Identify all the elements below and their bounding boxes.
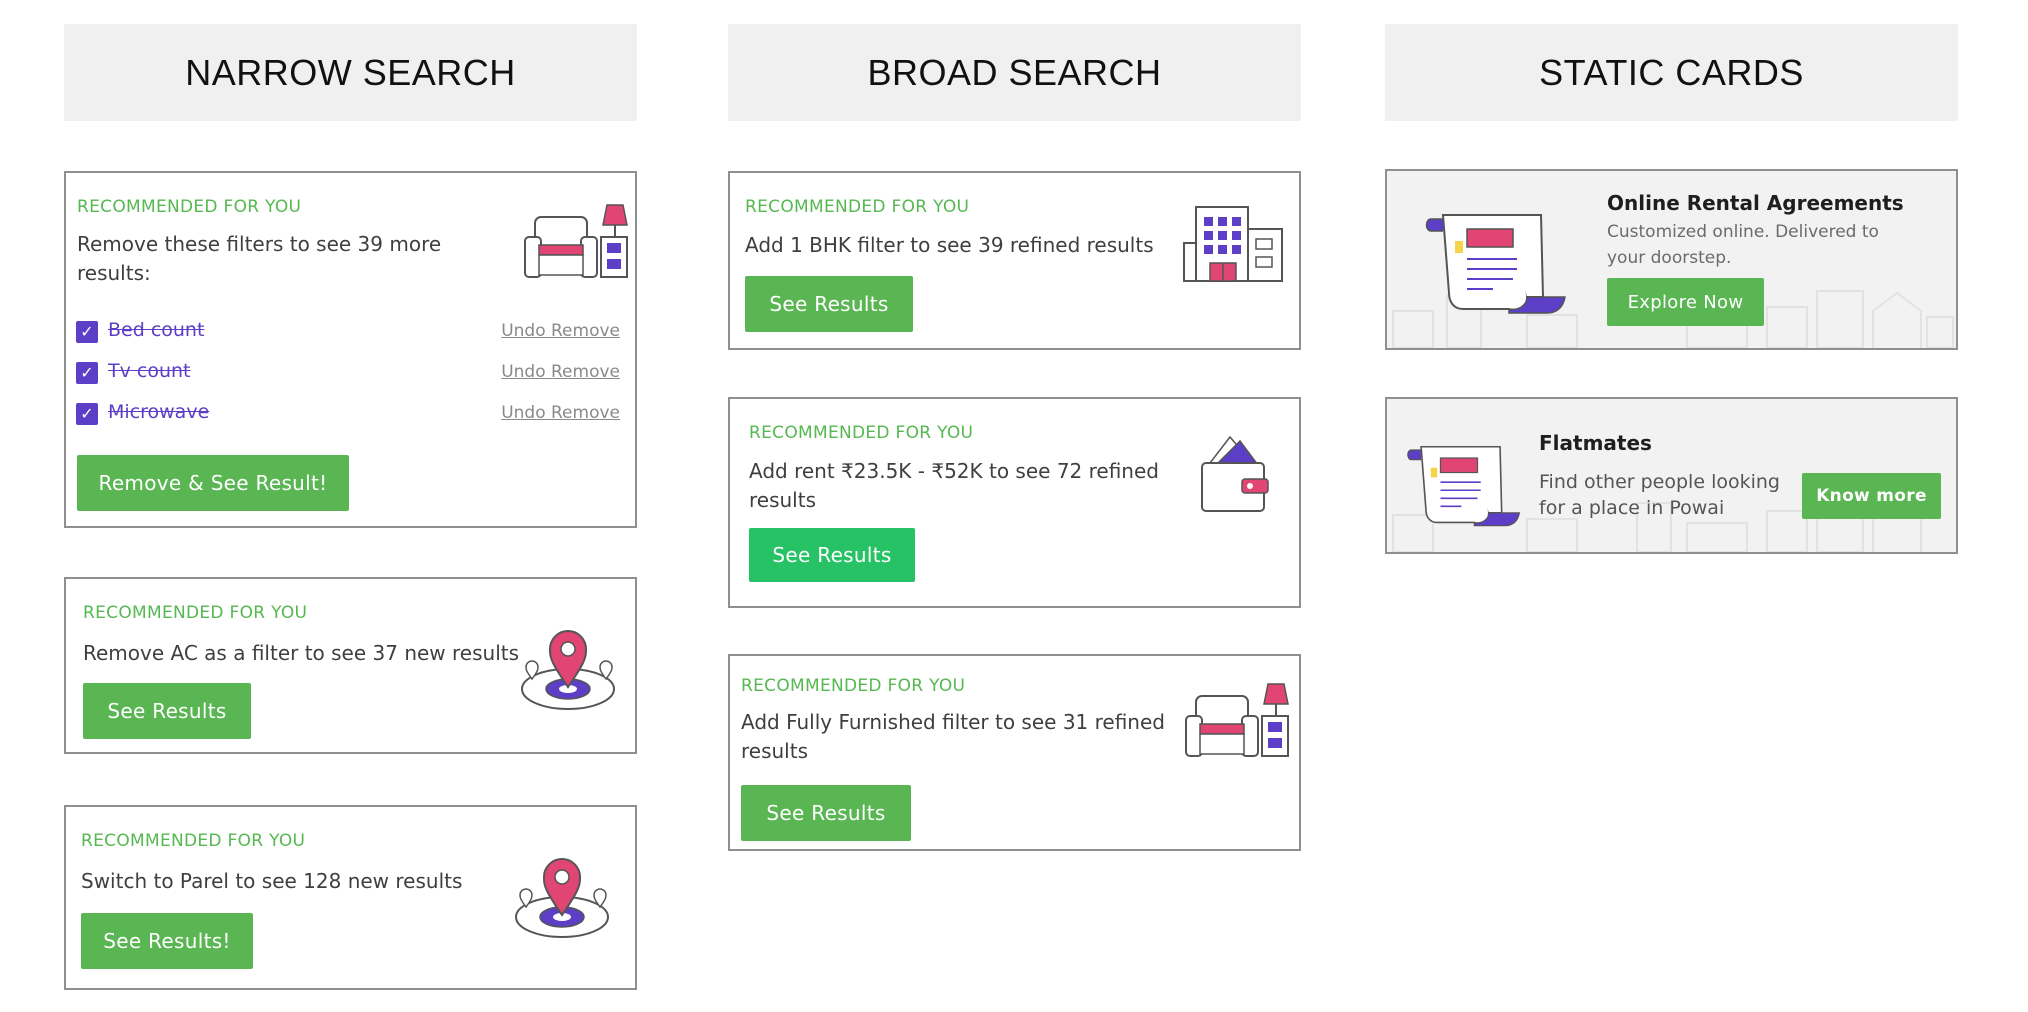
location-pin-icon (515, 858, 609, 938)
filter-row-bed-count: ✓ Bed count Undo Remove (76, 318, 620, 346)
card-message: Remove these filters to see 39 more resu… (77, 232, 442, 285)
broad-search-header: BROAD SEARCH (728, 24, 1301, 121)
card-description: Customized online. Delivered to your doo… (1607, 222, 1879, 268)
narrow-filter-removal-card: RECOMMENDED FOR YOU Remove these filters… (64, 171, 637, 528)
checkbox-microwave[interactable]: ✓ (76, 403, 98, 425)
filter-label: Tv count (108, 360, 191, 382)
recommended-label: RECOMMENDED FOR YOU (77, 197, 302, 217)
undo-remove-link[interactable]: Undo Remove (501, 321, 620, 341)
flatmates-card: Flatmates Find other people looking for … (1385, 397, 1958, 554)
card-message: Switch to Parel to see 128 new results (81, 869, 463, 893)
card-description: Find other people looking for a place in… (1539, 471, 1780, 519)
card-message: Add Fully Furnished filter to see 31 ref… (741, 710, 1165, 763)
see-results-button[interactable]: See Results (745, 276, 913, 332)
narrow-search-header: NARROW SEARCH (64, 24, 637, 121)
static-cards-header: STATIC CARDS (1385, 24, 1958, 121)
checkbox-bed-count[interactable]: ✓ (76, 321, 98, 343)
broad-rent-range-card: RECOMMENDED FOR YOU Add rent ₹23.5K - ₹5… (728, 397, 1301, 608)
recommended-label: RECOMMENDED FOR YOU (83, 603, 308, 623)
filter-row-microwave: ✓ Microwave Undo Remove (76, 400, 620, 428)
see-results-button[interactable]: See Results! (81, 913, 253, 969)
card-message: Add rent ₹23.5K - ₹52K to see 72 refined… (749, 459, 1159, 512)
see-results-button[interactable]: See Results (741, 785, 911, 841)
see-results-button[interactable]: See Results (83, 683, 251, 739)
rental-agreements-card: Online Rental Agreements Customized onli… (1385, 169, 1958, 350)
recommended-label: RECOMMENDED FOR YOU (749, 423, 974, 443)
document-scroll-icon (1407, 445, 1521, 527)
sofa-lamp-icon (1185, 683, 1289, 757)
filter-label: Bed count (108, 319, 205, 341)
remove-and-see-result-button[interactable]: Remove & See Result! (77, 455, 349, 511)
card-message: Add 1 BHK filter to see 39 refined resul… (745, 233, 1154, 257)
card-title: Online Rental Agreements (1607, 191, 1904, 215)
wallet-icon (1201, 435, 1269, 512)
broad-bhk-filter-card: RECOMMENDED FOR YOU Add 1 BHK filter to … (728, 171, 1301, 350)
checkbox-tv-count[interactable]: ✓ (76, 362, 98, 384)
narrow-remove-ac-card: RECOMMENDED FOR YOU Remove AC as a filte… (64, 577, 637, 754)
narrow-switch-locality-card: RECOMMENDED FOR YOU Switch to Parel to s… (64, 805, 637, 990)
broad-furnishing-filter-card: RECOMMENDED FOR YOU Add Fully Furnished … (728, 654, 1301, 851)
location-pin-icon (521, 630, 615, 710)
card-title: Flatmates (1539, 431, 1652, 455)
document-scroll-icon (1425, 214, 1566, 314)
recommended-label: RECOMMENDED FOR YOU (745, 197, 970, 217)
filter-label: Microwave (108, 401, 210, 423)
undo-remove-link[interactable]: Undo Remove (501, 362, 620, 382)
filter-row-tv-count: ✓ Tv count Undo Remove (76, 359, 620, 387)
explore-now-button[interactable]: Explore Now (1607, 278, 1764, 326)
building-icon (1183, 206, 1283, 282)
know-more-button[interactable]: Know more (1802, 473, 1941, 519)
recommended-label: RECOMMENDED FOR YOU (81, 831, 306, 851)
see-results-button[interactable]: See Results (749, 528, 915, 582)
sofa-lamp-icon (524, 204, 628, 278)
card-message: Remove AC as a filter to see 37 new resu… (83, 641, 520, 665)
recommended-label: RECOMMENDED FOR YOU (741, 676, 966, 696)
undo-remove-link[interactable]: Undo Remove (501, 403, 620, 423)
